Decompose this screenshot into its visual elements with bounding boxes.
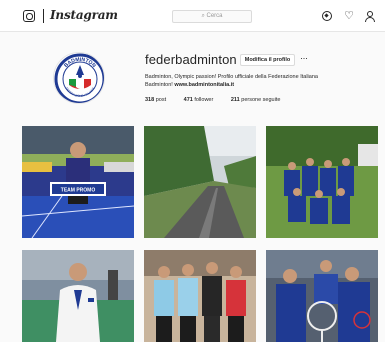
- edit-profile-button[interactable]: Modifica il profilo: [240, 54, 295, 66]
- post-thumbnail-6[interactable]: [266, 250, 378, 342]
- heart-icon[interactable]: ♡: [344, 11, 354, 22]
- stat-posts-label: post: [155, 97, 167, 103]
- instagram-profile-page: Instagram ⌕ Cerca ♡ BADMINTON FEDERAZION…: [0, 0, 385, 342]
- post-thumbnail-3[interactable]: [266, 126, 378, 238]
- top-nav-bar: Instagram ⌕ Cerca ♡: [0, 0, 385, 32]
- stat-following-count: 211: [230, 97, 240, 103]
- profile-bio: Badminton, Olympic passion! Profilo uffi…: [145, 73, 345, 89]
- profile-stats: 318 post 471 follower 211 persone seguit…: [145, 97, 296, 103]
- post-6-image: [266, 250, 378, 342]
- profile-username: federbadminton: [145, 52, 237, 67]
- post-1-image: TEAM PROMO: [22, 126, 134, 238]
- instagram-glyph-icon[interactable]: [23, 10, 35, 22]
- avatar[interactable]: BADMINTON FEDERAZIONE ITALIANA: [53, 52, 105, 104]
- instagram-wordmark[interactable]: Instagram: [50, 8, 118, 22]
- stat-followers-label: follower: [194, 97, 214, 103]
- post-1-banner-text: TEAM PROMO: [61, 188, 96, 194]
- brand-divider: [43, 9, 44, 23]
- stat-followers-count: 471: [183, 97, 193, 103]
- stat-following[interactable]: 211 persone seguite: [231, 97, 281, 103]
- federation-logo: BADMINTON FEDERAZIONE ITALIANA: [54, 53, 104, 103]
- stat-following-label: persone seguite: [241, 97, 281, 103]
- bio-text-line1: Badminton, Olympic passion! Profilo uffi…: [145, 74, 318, 80]
- post-3-image: [266, 126, 378, 238]
- post-thumbnail-1[interactable]: TEAM PROMO: [22, 126, 134, 238]
- post-5-image: [144, 250, 256, 342]
- post-4-image: [22, 250, 134, 342]
- compass-icon[interactable]: [322, 11, 332, 21]
- search-placeholder: Cerca: [206, 13, 223, 19]
- user-icon[interactable]: [364, 11, 375, 22]
- bio-website-link[interactable]: www.badmintonitalia.it: [174, 82, 234, 88]
- post-thumbnail-5[interactable]: [144, 250, 256, 342]
- bio-text-line2: Badminton!: [145, 82, 173, 88]
- stat-posts: 318 post: [145, 97, 166, 103]
- stat-followers[interactable]: 471 follower: [184, 97, 214, 103]
- post-2-image: [144, 126, 256, 238]
- post-thumbnail-2[interactable]: [144, 126, 256, 238]
- stat-posts-count: 318: [145, 97, 155, 103]
- post-thumbnail-4[interactable]: [22, 250, 134, 342]
- more-options-icon[interactable]: ···: [300, 53, 308, 63]
- search-input[interactable]: ⌕ Cerca: [172, 10, 252, 23]
